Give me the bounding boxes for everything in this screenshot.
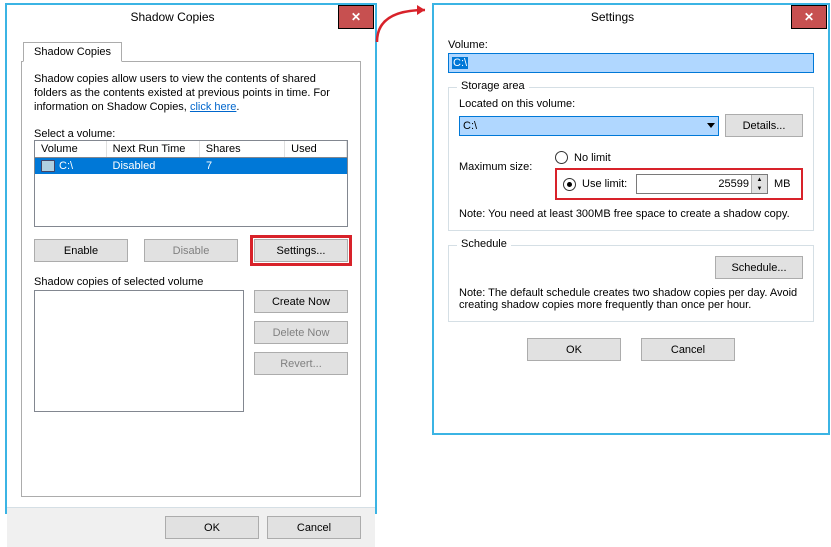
schedule-group: Schedule Schedule... Note: The default s… (448, 245, 814, 322)
located-dropdown[interactable]: C:\ (459, 116, 719, 136)
details-button[interactable]: Details... (725, 114, 803, 137)
use-limit-radio[interactable] (563, 178, 576, 191)
delete-now-button: Delete Now (254, 321, 348, 344)
copies-label: Shadow copies of selected volume (34, 276, 348, 288)
settings-dialog: Settings ✕ Volume: C:\ Storage area Loca… (432, 3, 830, 435)
arrow-icon (375, 4, 435, 44)
schedule-button[interactable]: Schedule... (715, 256, 803, 279)
no-limit-radio[interactable] (555, 151, 568, 164)
select-volume-label: Select a volume: (34, 128, 348, 140)
close-icon[interactable]: ✕ (791, 5, 827, 29)
chevron-down-icon (707, 123, 715, 128)
schedule-note: Note: The default schedule creates two s… (459, 287, 803, 311)
max-size-label: Maximum size: (459, 147, 539, 173)
click-here-link[interactable]: click here (190, 101, 236, 113)
limit-input[interactable]: ▲▼ (636, 174, 768, 194)
dialog-title: Settings (434, 10, 791, 24)
drive-icon (41, 160, 55, 172)
create-now-button[interactable]: Create Now (254, 290, 348, 313)
tab-shadow-copies[interactable]: Shadow Copies (23, 42, 122, 62)
disable-button: Disable (144, 239, 238, 262)
revert-button: Revert... (254, 352, 348, 375)
storage-note: Note: You need at least 300MB free space… (459, 208, 803, 220)
volume-field: C:\ (448, 53, 814, 73)
ok-button[interactable]: OK (165, 516, 259, 539)
titlebar: Settings ✕ (434, 5, 828, 29)
settings-button[interactable]: Settings... (254, 239, 348, 262)
cancel-button[interactable]: Cancel (641, 338, 735, 361)
titlebar: Shadow Copies ✕ (7, 5, 375, 29)
shadow-copies-dialog: Shadow Copies ✕ Shadow Copies Shadow cop… (5, 3, 377, 514)
close-icon[interactable]: ✕ (338, 5, 374, 29)
spin-up-icon[interactable]: ▲ (752, 175, 767, 184)
enable-button[interactable]: Enable (34, 239, 128, 262)
description-text: Shadow copies allow users to view the co… (34, 72, 348, 114)
located-label: Located on this volume: (459, 98, 803, 110)
volume-table-header: Volume Next Run Time Shares Used (34, 140, 348, 158)
storage-area-group: Storage area Located on this volume: C:\… (448, 87, 814, 231)
dialog-title: Shadow Copies (7, 10, 338, 24)
spin-down-icon[interactable]: ▼ (752, 184, 767, 193)
volume-label: Volume: (448, 39, 814, 51)
volume-table[interactable]: C:\ Disabled 7 (34, 158, 348, 227)
cancel-button[interactable]: Cancel (267, 516, 361, 539)
ok-button[interactable]: OK (527, 338, 621, 361)
copies-list[interactable] (34, 290, 244, 412)
table-row[interactable]: C:\ Disabled 7 (35, 158, 347, 174)
